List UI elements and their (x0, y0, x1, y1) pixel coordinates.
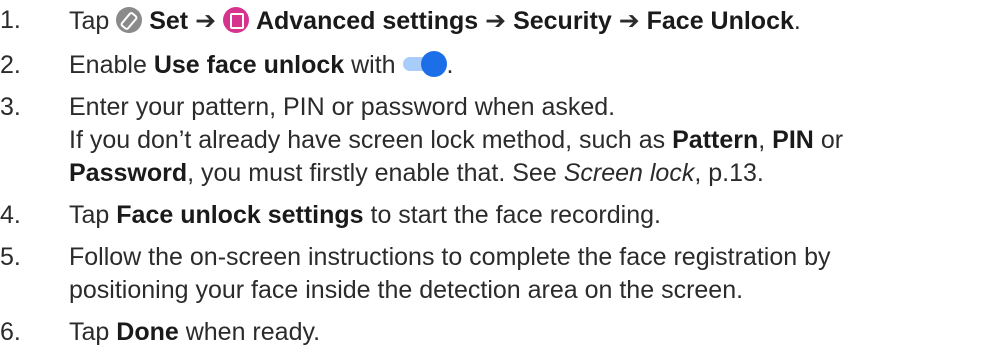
with-text: with (351, 51, 396, 79)
step-2: 2. Enable Use face unlock with . (0, 49, 984, 82)
step-rest-text: when ready. (185, 318, 321, 346)
step-line-text: , you must firstly enable that. See (187, 159, 557, 187)
step-text: Tap Face unlock settings to start the fa… (69, 199, 984, 232)
instruction-steps: 1. Tap Set ➔ Advanced settings ➔ Securit… (0, 4, 984, 358)
step-text: Tap Done when ready. (69, 316, 984, 349)
tap-text: Tap (69, 7, 110, 35)
step-number: 2. (0, 51, 21, 79)
step-text: Enter your pattern, PIN or password when… (69, 91, 984, 190)
step-4: 4. Tap Face unlock settings to start the… (0, 199, 984, 232)
step-number: 1. (0, 6, 21, 34)
step-5: 5. Follow the on-screen instructions to … (0, 241, 984, 307)
step-text: Follow the on-screen instructions to com… (69, 241, 984, 307)
arrow-icon: ➔ (195, 6, 217, 35)
step-1: 1. Tap Set ➔ Advanced settings ➔ Securit… (0, 4, 984, 38)
step-line: positioning your face inside the detecti… (69, 276, 744, 304)
step-number: 6. (0, 318, 21, 346)
step-number: 5. (0, 243, 21, 271)
or-text: or (820, 126, 844, 154)
step-text: Tap Set ➔ Advanced settings ➔ Security ➔… (69, 4, 984, 38)
pattern-label: Pattern (672, 126, 759, 154)
password-label: Password (69, 159, 188, 187)
pin-label: PIN (772, 126, 814, 154)
advanced-settings-label: Advanced settings (255, 7, 479, 35)
step-text: Enable Use face unlock with . (69, 49, 984, 82)
step-number: 3. (0, 93, 21, 121)
step-line: Password, you must firstly enable that. … (69, 157, 984, 190)
period: . (793, 7, 801, 35)
step-line: Enter your pattern, PIN or password when… (69, 93, 616, 121)
comma: , (758, 126, 766, 154)
tap-text: Tap (69, 201, 110, 229)
step-6: 6. Tap Done when ready. (0, 316, 984, 349)
step-3: 3. Enter your pattern, PIN or password w… (0, 91, 984, 190)
enable-text: Enable (69, 51, 147, 79)
face-unlock-settings-label: Face unlock settings (116, 201, 364, 229)
step-line: If you don’t already have screen lock me… (69, 124, 984, 157)
page-reference: , p.13. (694, 159, 764, 187)
done-label: Done (116, 318, 179, 346)
security-label: Security (513, 7, 612, 35)
toggle-on-icon (402, 51, 447, 77)
step-number: 4. (0, 201, 21, 229)
set-label: Set (149, 7, 189, 35)
step-rest-text: to start the face recording. (370, 201, 661, 229)
screen-lock-reference: Screen lock (563, 159, 695, 187)
use-face-unlock-label: Use face unlock (153, 51, 345, 79)
toggle-knob (420, 51, 447, 77)
advanced-settings-icon (222, 7, 249, 33)
arrow-icon: ➔ (618, 6, 640, 35)
arrow-icon: ➔ (485, 6, 507, 35)
wrench-icon (116, 7, 143, 33)
period: . (446, 51, 454, 79)
face-unlock-label: Face Unlock (646, 7, 794, 35)
step-line: Follow the on-screen instructions to com… (69, 243, 831, 271)
step-line-text: If you don’t already have screen lock me… (69, 126, 666, 154)
tap-text: Tap (69, 318, 110, 346)
